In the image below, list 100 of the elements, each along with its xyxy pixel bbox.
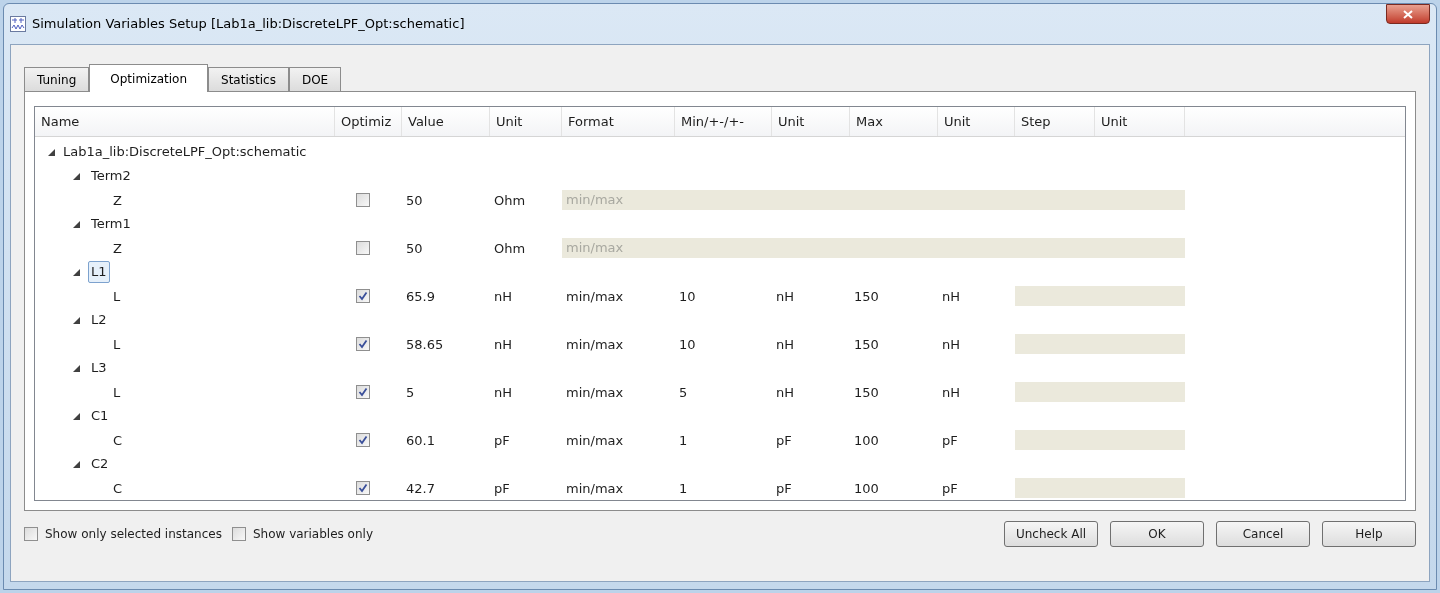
optimize-checkbox[interactable]: [356, 289, 370, 303]
optimize-checkbox[interactable]: [356, 241, 370, 255]
unit-cell-text: nH: [493, 337, 512, 352]
dialog-button[interactable]: OK: [1110, 521, 1204, 547]
unit-cell-text: nH: [493, 289, 512, 304]
disabled-format-field: min/max: [562, 238, 1185, 258]
min-cell-text: 10: [678, 337, 696, 352]
option-label: Show variables only: [252, 526, 373, 543]
step-field[interactable]: [1015, 478, 1185, 498]
tab[interactable]: Optimization: [89, 64, 209, 92]
unit-cell-text: pF: [775, 481, 792, 496]
checkmark-icon: [358, 483, 368, 493]
format-cell[interactable]: min/max: [562, 337, 624, 352]
column-header[interactable]: Unit: [772, 107, 850, 136]
unit-cell-text: Ohm: [493, 193, 526, 208]
dialog-button[interactable]: Help: [1322, 521, 1416, 547]
column-header[interactable]: Optimiz: [335, 107, 402, 136]
instance-node[interactable]: L2: [88, 310, 110, 330]
min-cell-text: 5: [678, 385, 688, 400]
unit-cell-text: pF: [941, 433, 958, 448]
parameter-name: C: [112, 481, 123, 496]
expanded-arrow-icon[interactable]: [73, 268, 80, 276]
unit-cell-text: nH: [775, 337, 794, 352]
max-cell-text: 150: [853, 385, 879, 400]
value-cell-text: 60.1: [405, 433, 435, 448]
max-cell-text: 150: [853, 289, 879, 304]
optimize-checkbox[interactable]: [356, 193, 370, 207]
optimize-checkbox[interactable]: [356, 385, 370, 399]
optimize-checkbox[interactable]: [356, 481, 370, 495]
format-cell[interactable]: min/max: [562, 433, 624, 448]
parameter-name: L: [112, 289, 121, 304]
unit-cell-text: nH: [775, 289, 794, 304]
min-cell-text: 1: [678, 481, 688, 496]
expanded-arrow-icon[interactable]: [48, 148, 55, 156]
column-header[interactable]: Format: [562, 107, 675, 136]
format-cell[interactable]: min/max: [562, 481, 624, 496]
format-cell[interactable]: min/max: [562, 385, 624, 400]
column-header[interactable]: Value: [402, 107, 490, 136]
min-cell-text: 10: [678, 289, 696, 304]
expanded-arrow-icon[interactable]: [73, 220, 80, 228]
close-button[interactable]: [1386, 4, 1430, 24]
instance-node[interactable]: Term1: [88, 214, 134, 234]
format-cell[interactable]: min/max: [562, 289, 624, 304]
expanded-arrow-icon[interactable]: [73, 412, 80, 420]
expanded-arrow-icon[interactable]: [73, 364, 80, 372]
tab[interactable]: Statistics: [208, 67, 289, 91]
schematic-node[interactable]: Lab1a_lib:DiscreteLPF_Opt:schematic: [63, 142, 307, 162]
expanded-arrow-icon[interactable]: [73, 316, 80, 324]
value-cell-text: 42.7: [405, 481, 435, 496]
option-label: Show only selected instances: [45, 526, 222, 543]
instance-node[interactable]: L3: [88, 358, 110, 378]
checkmark-icon: [358, 435, 368, 445]
instance-node[interactable]: C1: [88, 406, 112, 426]
tab[interactable]: Tuning: [24, 67, 90, 91]
max-cell-text: 100: [853, 481, 879, 496]
unit-cell-text: nH: [493, 385, 512, 400]
max-cell-text: 100: [853, 433, 879, 448]
parameter-name: L: [112, 385, 121, 400]
value-cell-text: 65.9: [405, 289, 435, 304]
checkmark-icon: [358, 291, 368, 301]
optimize-checkbox[interactable]: [356, 433, 370, 447]
instance-node[interactable]: L1: [88, 261, 110, 283]
column-header[interactable]: Step: [1015, 107, 1095, 136]
parameter-name: Z: [112, 193, 122, 208]
dialog-button[interactable]: Cancel: [1216, 521, 1310, 547]
max-cell-text: 150: [853, 337, 879, 352]
parameter-name: L: [112, 337, 121, 352]
instance-node[interactable]: C2: [88, 454, 112, 474]
column-header[interactable]: Max: [850, 107, 938, 136]
option-checkbox[interactable]: [231, 527, 246, 541]
unit-cell-text: pF: [941, 481, 958, 496]
step-field[interactable]: [1015, 430, 1185, 450]
close-icon: [1403, 9, 1413, 19]
column-header[interactable]: Unit: [490, 107, 562, 136]
step-field[interactable]: [1015, 334, 1185, 354]
min-cell-text: 1: [678, 433, 688, 448]
unit-cell-text: pF: [493, 481, 510, 496]
value-cell-text: 50: [405, 193, 423, 208]
unit-cell-text: nH: [941, 337, 960, 352]
tab[interactable]: DOE: [288, 67, 342, 91]
expanded-arrow-icon[interactable]: [73, 172, 80, 180]
unit-cell-text: nH: [775, 385, 794, 400]
value-cell-text: 58.65: [405, 337, 444, 352]
column-header[interactable]: Min/+-/+-: [675, 107, 772, 136]
step-field[interactable]: [1015, 382, 1185, 402]
dialog-button[interactable]: Uncheck All: [1004, 521, 1098, 547]
column-header[interactable]: Unit: [938, 107, 1015, 136]
unit-cell-text: pF: [775, 433, 792, 448]
checkmark-icon: [358, 387, 368, 397]
instance-node[interactable]: Term2: [88, 166, 134, 186]
expanded-arrow-icon[interactable]: [73, 460, 80, 468]
value-cell-text: 5: [405, 385, 415, 400]
column-header[interactable]: Unit: [1095, 107, 1185, 136]
optimize-checkbox[interactable]: [356, 337, 370, 351]
unit-cell-text: nH: [941, 385, 960, 400]
parameter-name: Z: [112, 241, 122, 256]
option-checkbox[interactable]: [24, 527, 38, 541]
column-header[interactable]: Name: [35, 107, 335, 136]
checkmark-icon: [358, 339, 368, 349]
step-field[interactable]: [1015, 286, 1185, 306]
